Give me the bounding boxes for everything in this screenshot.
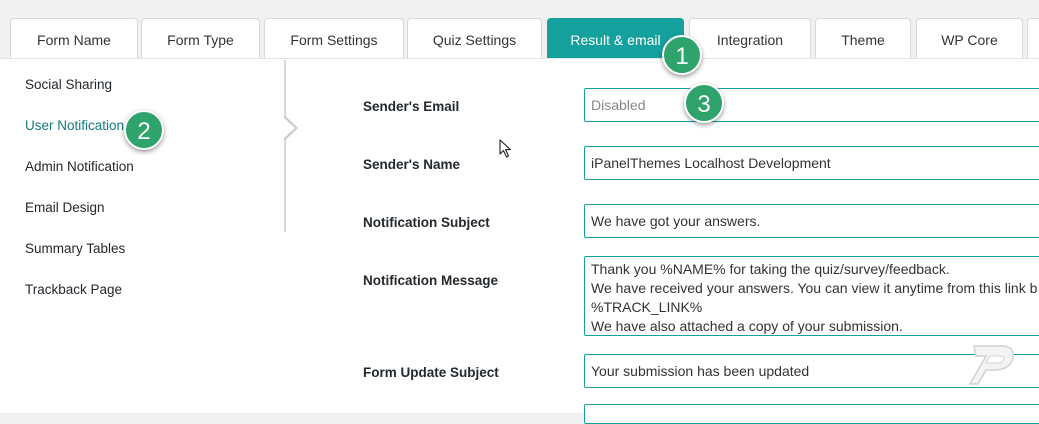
- sidebar-item-admin-notification[interactable]: Admin Notification: [25, 159, 134, 174]
- tab-overflow[interactable]: [1027, 18, 1039, 58]
- annotation-marker-3: 3: [684, 83, 724, 123]
- settings-sidebar: Social Sharing User Notification Admin N…: [8, 60, 286, 297]
- tab-integration[interactable]: Integration: [689, 18, 811, 58]
- tab-theme[interactable]: Theme: [815, 18, 911, 58]
- ipanelthemes-logo-icon: [968, 345, 1015, 385]
- senders-name-label: Sender's Name: [363, 157, 461, 172]
- tab-bar: Form Name Form Type Form Settings Quiz S…: [0, 0, 1039, 60]
- form-update-subject-label: Form Update Subject: [363, 365, 499, 380]
- tab-form-type[interactable]: Form Type: [141, 18, 260, 58]
- sidebar-item-email-design[interactable]: Email Design: [25, 200, 105, 215]
- notification-message-field[interactable]: Thank you %NAME% for taking the quiz/sur…: [584, 256, 1039, 336]
- tab-form-settings[interactable]: Form Settings: [264, 18, 404, 58]
- notification-subject-field[interactable]: [584, 204, 1039, 238]
- sidebar-item-user-notification[interactable]: User Notification: [25, 118, 124, 133]
- annotation-marker-2: 2: [124, 110, 164, 150]
- mouse-pointer-icon: [499, 139, 512, 158]
- active-item-pointer: [283, 115, 298, 141]
- sidebar-item-trackback-page[interactable]: Trackback Page: [25, 282, 122, 297]
- senders-name-field[interactable]: [584, 146, 1039, 180]
- notification-message-label: Notification Message: [363, 273, 499, 288]
- next-field[interactable]: [584, 404, 1039, 424]
- tab-quiz-settings[interactable]: Quiz Settings: [407, 18, 542, 58]
- notification-subject-label: Notification Subject: [363, 215, 490, 230]
- sidebar-item-summary-tables[interactable]: Summary Tables: [25, 241, 125, 256]
- annotation-marker-1: 1: [662, 35, 702, 75]
- sidebar-item-social-sharing[interactable]: Social Sharing: [25, 77, 112, 92]
- senders-email-field[interactable]: [584, 88, 1039, 122]
- tab-wp-core[interactable]: WP Core: [916, 18, 1023, 58]
- senders-email-label: Sender's Email: [363, 99, 460, 114]
- tab-form-name[interactable]: Form Name: [10, 18, 138, 58]
